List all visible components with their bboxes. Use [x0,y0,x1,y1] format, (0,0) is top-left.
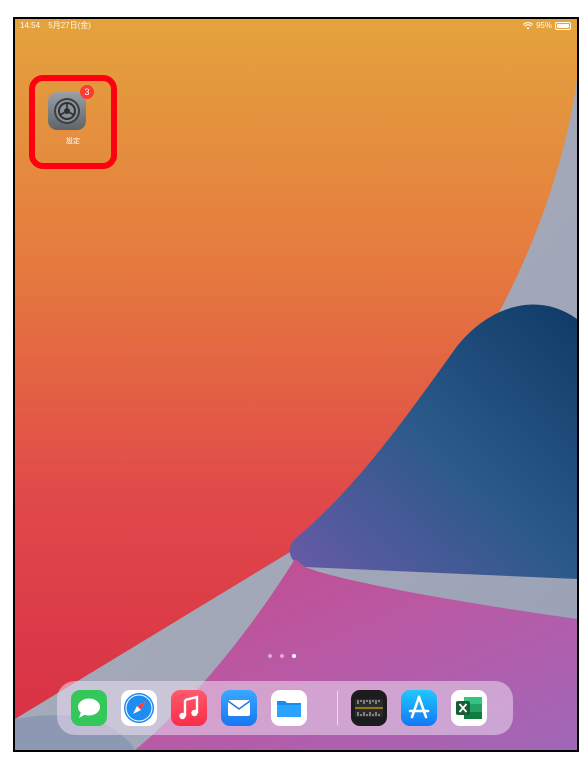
safari-icon[interactable] [121,690,157,726]
settings-app-label: 設定 [66,138,80,145]
messages-icon[interactable] [71,690,107,726]
notification-badge: 3 [80,85,94,99]
settings-app-highlight[interactable]: 3 設定 [29,75,117,169]
music-icon[interactable] [171,690,207,726]
files-icon[interactable] [271,690,307,726]
page-dot [280,654,284,658]
page-dot-active [292,654,296,658]
battery-icon [555,22,571,30]
mail-icon[interactable] [221,690,257,726]
status-time: 14:54 [20,21,41,30]
page-indicator[interactable] [268,654,296,658]
dock-divider [337,691,338,725]
status-date: 5月27日(金) [48,21,91,30]
battery-percent: 95% [535,21,552,30]
status-bar: 14:54 5月27日(金) 95% [15,19,577,33]
app-store-icon[interactable] [401,690,437,726]
excel-icon[interactable] [451,690,487,726]
measure-icon[interactable] [351,690,387,726]
dock [57,681,513,735]
settings-gear-icon[interactable] [48,92,86,130]
page-dot [268,654,272,658]
wifi-icon [522,22,533,30]
